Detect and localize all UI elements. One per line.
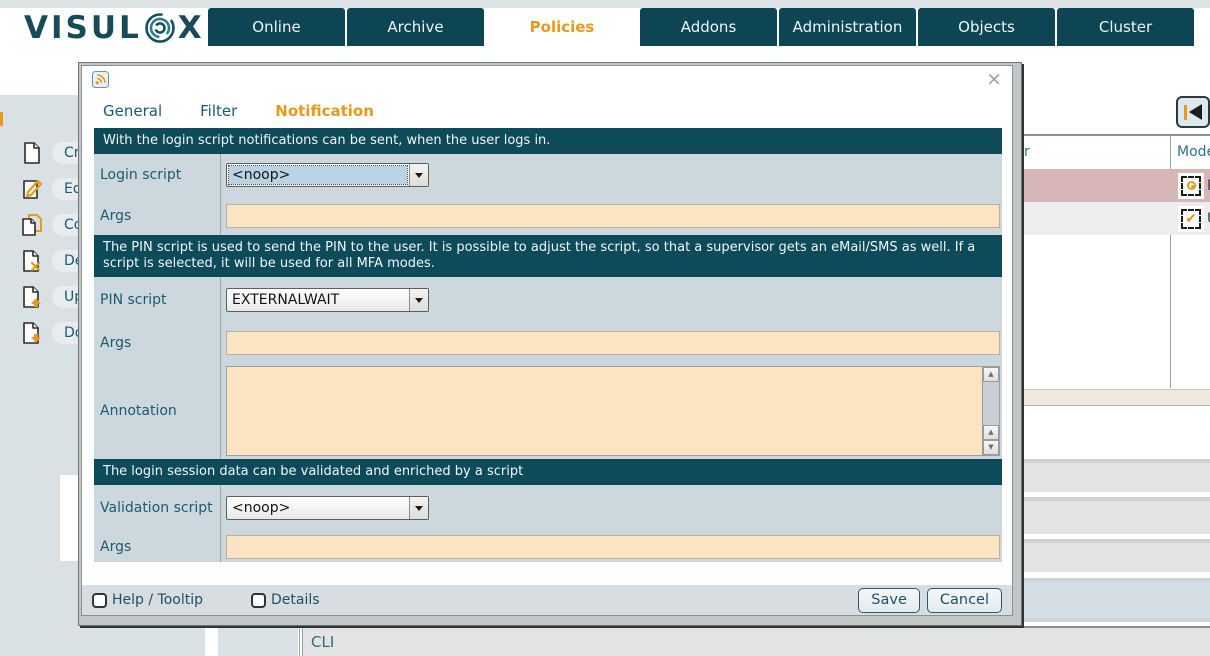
pin-script-row: PIN script EXTERNALWAIT bbox=[94, 277, 1002, 323]
upload-document-icon bbox=[20, 285, 44, 309]
skip-to-first-icon bbox=[1184, 105, 1187, 120]
cancel-button[interactable]: Cancel bbox=[927, 588, 1002, 613]
login-args-input[interactable] bbox=[226, 204, 1000, 228]
background-stripe bbox=[1022, 501, 1210, 534]
validation-script-row: Validation script <noop> bbox=[94, 485, 1002, 531]
notification-form: With the login script notifications can … bbox=[94, 128, 1002, 562]
validation-script-select[interactable]: <noop> bbox=[226, 496, 429, 520]
panel-gutter bbox=[60, 475, 78, 561]
nav-tab-policies[interactable]: Policies bbox=[486, 8, 638, 46]
table-row[interactable]: R bbox=[1022, 169, 1210, 202]
annotation-textarea[interactable] bbox=[227, 367, 982, 455]
details-checkbox[interactable] bbox=[251, 593, 266, 608]
help-tooltip-option: Help / Tooltip bbox=[92, 592, 203, 608]
dialog-footer: Help / Tooltip Details Save Cancel bbox=[82, 585, 1012, 615]
create-document-icon bbox=[20, 141, 44, 165]
login-script-label: Login script bbox=[94, 154, 221, 196]
nav-tab-online[interactable]: Online bbox=[208, 8, 345, 46]
delete-document-icon bbox=[20, 249, 44, 273]
pin-script-select[interactable]: EXTERNALWAIT bbox=[226, 288, 429, 312]
background-stripe bbox=[1022, 581, 1210, 618]
notification-signal-icon bbox=[92, 71, 109, 88]
validation-args-label: Args bbox=[94, 531, 221, 562]
background-stripe bbox=[1022, 618, 1210, 622]
download-document-icon bbox=[20, 321, 44, 345]
top-strip bbox=[0, 0, 1210, 8]
chevron-down-icon[interactable] bbox=[409, 289, 428, 311]
nav-tab-addons[interactable]: Addons bbox=[640, 8, 777, 46]
edit-document-icon bbox=[20, 177, 44, 201]
section-header-validation-script: The login session data can be validated … bbox=[94, 459, 1002, 485]
main-navigation: Online Archive Policies Addons Administr… bbox=[208, 8, 1194, 46]
policy-notification-dialog: × General Filter Notification With the l… bbox=[78, 62, 1022, 626]
login-args-label: Args bbox=[94, 196, 221, 235]
section-header-login-script: With the login script notifications can … bbox=[94, 128, 1002, 154]
nav-tab-cluster[interactable]: Cluster bbox=[1057, 8, 1194, 46]
nav-tab-objects[interactable]: Objects bbox=[918, 8, 1055, 46]
validation-args-row: Args bbox=[94, 531, 1002, 562]
background-stripe bbox=[1022, 543, 1210, 572]
dialog-title-bar: × bbox=[82, 66, 1012, 94]
annotation-scrollbar[interactable]: ▲ ▲ ▼ bbox=[982, 367, 999, 455]
scroll-down-icon[interactable]: ▼ bbox=[983, 440, 999, 455]
annotation-row: Annotation ▲ ▲ ▼ bbox=[94, 362, 1002, 459]
login-args-row: Args bbox=[94, 196, 1002, 235]
app-logo: VISUL X bbox=[24, 9, 205, 47]
table-header-mode: Mode bbox=[1177, 144, 1210, 160]
scroll-up-icon[interactable]: ▲ bbox=[983, 425, 999, 440]
validation-script-label: Validation script bbox=[94, 485, 221, 531]
skip-to-first-button[interactable] bbox=[1176, 96, 1210, 128]
tab-general[interactable]: General bbox=[103, 102, 162, 120]
dialog-tabs: General Filter Notification bbox=[82, 94, 1012, 128]
background-stripe bbox=[1022, 463, 1210, 492]
logo-text-right: X bbox=[178, 10, 205, 46]
login-script-select[interactable]: <noop> bbox=[226, 163, 429, 187]
tab-filter[interactable]: Filter bbox=[200, 102, 237, 120]
table-row[interactable]: ✔ U bbox=[1022, 202, 1210, 235]
chevron-down-icon[interactable] bbox=[409, 164, 428, 186]
cli-label: CLI bbox=[311, 633, 334, 651]
bottom-left-panel bbox=[218, 626, 298, 656]
annotation-label: Annotation bbox=[94, 362, 221, 459]
pin-args-row: Args bbox=[94, 323, 1002, 362]
table-header-left-fragment: r bbox=[1024, 144, 1030, 160]
table-header-row: r Mode bbox=[1022, 136, 1210, 169]
tab-notification[interactable]: Notification bbox=[275, 102, 374, 120]
background-toolbar-strip bbox=[1022, 389, 1210, 406]
chevron-down-icon[interactable] bbox=[409, 497, 428, 519]
validation-args-input[interactable] bbox=[226, 535, 1000, 559]
close-icon[interactable]: × bbox=[986, 68, 1002, 90]
pin-args-input[interactable] bbox=[226, 331, 1000, 355]
nav-tab-archive[interactable]: Archive bbox=[347, 8, 484, 46]
section-header-pin-script: The PIN script is used to send the PIN t… bbox=[94, 235, 1002, 277]
help-tooltip-checkbox[interactable] bbox=[92, 593, 107, 608]
pin-args-label: Args bbox=[94, 323, 221, 362]
session-record-mode-icon bbox=[1181, 176, 1201, 196]
pin-script-label: PIN script bbox=[94, 277, 221, 323]
cli-panel: CLI bbox=[303, 626, 1210, 656]
save-button[interactable]: Save bbox=[858, 588, 920, 613]
checked-mode-icon: ✔ bbox=[1181, 209, 1201, 229]
details-option: Details bbox=[251, 592, 320, 608]
sidebar-accent-sliver bbox=[0, 112, 3, 126]
login-script-row: Login script <noop> bbox=[94, 154, 1002, 196]
scroll-up-icon[interactable]: ▲ bbox=[983, 367, 999, 382]
logo-spiral-o-icon bbox=[143, 11, 177, 45]
nav-tab-administration[interactable]: Administration bbox=[779, 8, 916, 46]
copy-document-icon bbox=[20, 213, 44, 237]
logo-text-left: VISUL bbox=[24, 10, 142, 46]
